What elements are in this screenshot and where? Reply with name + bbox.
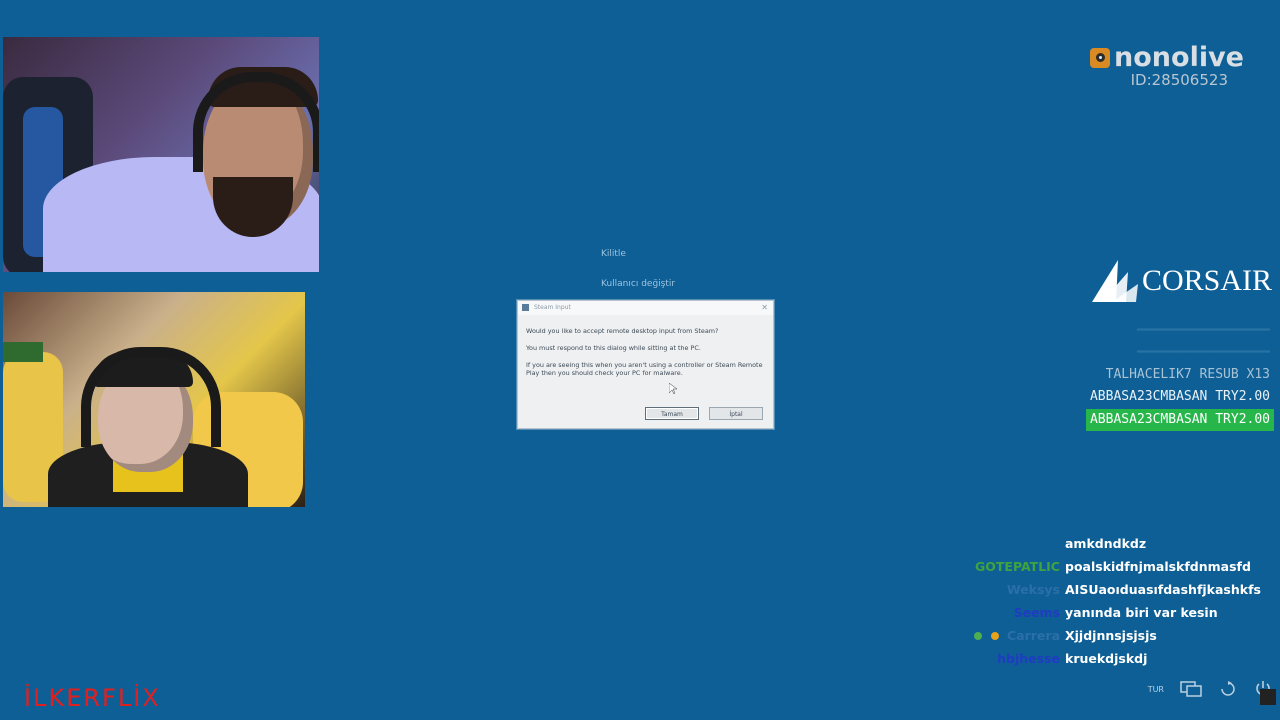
chat-text: poalskidfnjmalskfdnmasfd — [1065, 558, 1251, 574]
headphones — [81, 347, 221, 447]
chat-message: amkdndkdz — [930, 532, 1261, 555]
steam-input-dialog: Steam Input ✕ Would you like to accept r… — [517, 300, 774, 429]
wall-sign — [3, 342, 43, 362]
dialog-buttons: Tamam İptal — [645, 407, 763, 420]
mouse-cursor-icon — [669, 383, 677, 395]
dialog-title: Steam Input — [534, 304, 571, 311]
webcam-feed-bottom — [3, 292, 305, 507]
alerts-feed: ━━━━━━━━━━━━━━━━━ ━━━━━━━━━━━━━━━━━ TALH… — [1085, 320, 1274, 431]
dialog-question: Would you like to accept remote desktop … — [526, 327, 719, 335]
chat-username: hbjhesse — [997, 650, 1060, 666]
pencil-badge-icon — [974, 632, 983, 640]
chat-message: Seems yanında biri var kesin — [930, 601, 1261, 624]
alert-item-highlight: ABBASA23CMBASAN TRY2.00 — [1085, 409, 1274, 431]
dialog-instruction: You must respond to this dialog while si… — [526, 344, 701, 352]
chat-username: Seems — [1013, 604, 1060, 620]
system-tray: TUR — [1148, 680, 1272, 698]
language-indicator[interactable]: TUR — [1148, 685, 1164, 694]
watermark: İLKERFLİX — [24, 684, 161, 712]
sponsor-logo: CORSAIR — [1088, 258, 1272, 304]
cancel-button[interactable]: İptal — [709, 407, 763, 420]
chat-text: kruekdjskdj — [1065, 650, 1148, 666]
chat-text: amkdndkdz — [1065, 535, 1147, 551]
chat-text: AISUaoıduasıfdashfjkashkfs — [1065, 581, 1261, 597]
alert-item: ABBASA23CMBASAN TRY2.00 — [1089, 389, 1270, 404]
corner-badge-icon — [1260, 689, 1276, 705]
lock-option[interactable]: Kilitle — [601, 249, 626, 259]
switch-user-option[interactable]: Kullanıcı değiştir — [601, 279, 675, 289]
chat-username-with-badges: Carrera — [930, 627, 1065, 645]
close-icon[interactable]: ✕ — [761, 301, 768, 315]
webcam-feed-top — [3, 37, 319, 272]
headphones — [193, 72, 319, 172]
ease-of-access-icon[interactable] — [1218, 680, 1238, 698]
gem-badge-icon — [990, 632, 999, 640]
network-icon[interactable] — [1180, 680, 1202, 698]
chat-message: Weksys AISUaoıduasıfdashfjkashkfs — [930, 578, 1261, 601]
corsair-sails-icon — [1092, 260, 1138, 302]
chat-message: hbjhesse kruekdjskdj — [930, 647, 1261, 670]
alert-faded: ━━━━━━━━━━━━━━━━━ — [1136, 345, 1270, 360]
chat-username: Weksys — [1006, 581, 1060, 597]
chat-overlay: amkdndkdz GOTEPATLIC poalskidfnjmalskfdn… — [930, 532, 1261, 670]
alert-item: TALHACELIK7 RESUB X13 — [1105, 367, 1270, 382]
dialog-body: Would you like to accept remote desktop … — [518, 315, 773, 377]
dialog-warning: If you are seeing this when you aren't u… — [526, 361, 763, 377]
nonolive-icon — [1090, 47, 1111, 68]
dialog-titlebar: Steam Input ✕ — [518, 301, 773, 315]
chat-username: GOTEPATLIC — [975, 558, 1060, 574]
sponsor-name: CORSAIR — [1142, 264, 1273, 297]
chat-username: Carrera — [1006, 627, 1060, 643]
channel-id: ID:28506523 — [1130, 71, 1228, 89]
chat-message: GOTEPATLIC poalskidfnjmalskfdnmasfd — [930, 555, 1261, 578]
stream-platform-logo: nonolive ID:28506523 — [1090, 42, 1244, 89]
chat-message: Carrera Xjjdjnnsjsjsjs — [930, 624, 1261, 647]
platform-name: nonolive — [1114, 42, 1244, 73]
ok-button[interactable]: Tamam — [645, 407, 699, 420]
chat-text: Xjjdjnnsjsjsjs — [1065, 627, 1157, 643]
steam-app-icon — [522, 304, 529, 311]
alert-faded: ━━━━━━━━━━━━━━━━━ — [1136, 323, 1270, 338]
chat-text: yanında biri var kesin — [1065, 604, 1218, 620]
